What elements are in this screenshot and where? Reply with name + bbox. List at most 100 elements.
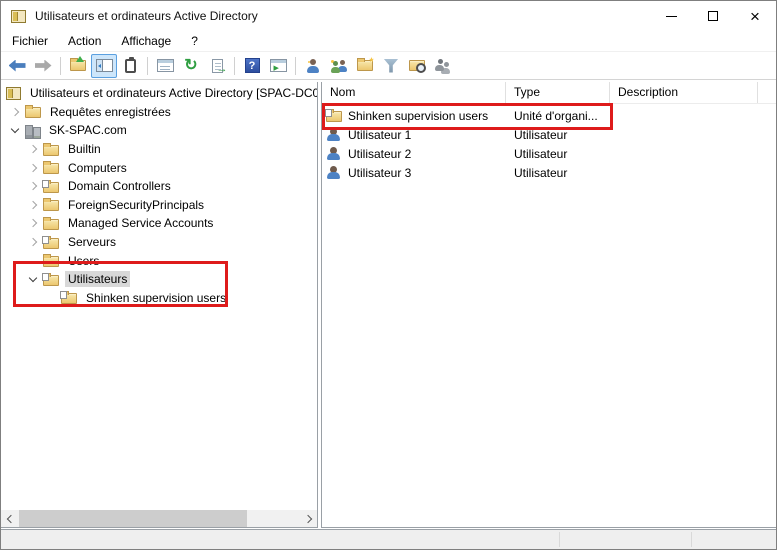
console-tree-pane: Utilisateurs et ordinateurs Active Direc… [1,82,318,528]
new-window-icon [270,59,287,72]
list-item[interactable]: Utilisateur 1Utilisateur [322,125,776,144]
chevron-collapsed-icon[interactable] [27,236,39,248]
list-item[interactable]: Shinken supervision usersUnité d'organi.… [322,106,776,125]
new-group-icon [331,59,347,73]
chevron-collapsed-icon[interactable] [27,180,39,192]
properties-window-button[interactable] [152,54,178,78]
menu-item-?[interactable]: ? [183,32,206,50]
list-item-name-cell: Shinken supervision users [322,109,506,123]
tree-item[interactable]: ForeignSecurityPrincipals [1,196,317,215]
new-user-button[interactable] [300,54,326,78]
tree-item[interactable]: Users [1,251,317,270]
tree-item[interactable]: SK-SPAC.com [1,121,317,140]
menu-item-affichage[interactable]: Affichage [113,32,179,50]
show-console-tree-button[interactable] [91,54,117,78]
list-item-name: Utilisateur 2 [348,147,411,161]
status-divider [559,532,560,547]
chevron-collapsed-icon[interactable] [9,106,21,118]
export-list-button[interactable] [204,54,230,78]
clipboard-icon [125,59,136,73]
tree-item[interactable]: Computers [1,158,317,177]
maximize-icon [708,11,718,21]
new-organizational-unit-icon [357,60,373,71]
scrollbar-thumb[interactable] [19,510,247,527]
tree-item-label: Users [65,253,102,269]
tree-item-label: Serveurs [65,234,119,250]
toolbar-separator [60,57,61,75]
filter-button[interactable] [378,54,404,78]
help-button[interactable] [239,54,265,78]
status-divider [691,532,692,547]
new-user-icon [305,59,321,73]
list-item-name: Shinken supervision users [348,109,488,123]
add-members-icon [435,59,451,73]
column-header-description[interactable]: Description [610,82,758,103]
chevron-collapsed-icon[interactable] [27,199,39,211]
tree-item[interactable]: Domain Controllers [1,177,317,196]
scroll-left-button[interactable] [1,510,18,527]
folder-icon [43,163,59,174]
menu-item-fichier[interactable]: Fichier [4,32,56,50]
close-button[interactable]: × [734,2,776,31]
back-button[interactable] [4,54,30,78]
list-item-name-cell: Utilisateur 2 [322,147,506,161]
list-item-name: Utilisateur 1 [348,128,411,142]
ou-icon [43,238,59,249]
tree-item[interactable]: Shinken supervision users [1,289,317,308]
new-window-button[interactable] [265,54,291,78]
forward-icon [35,60,52,72]
folder-icon [43,219,59,230]
chevron-collapsed-icon[interactable] [27,143,39,155]
refresh-button[interactable] [178,54,204,78]
close-icon: × [750,8,760,25]
user-icon [326,128,342,141]
column-header-nom[interactable]: Nom [322,82,506,103]
new-group-button[interactable] [326,54,352,78]
clipboard-button[interactable] [117,54,143,78]
tree-item[interactable]: Utilisateurs [1,270,317,289]
forward-button[interactable] [30,54,56,78]
aduc-window: Utilisateurs et ordinateurs Active Direc… [0,0,777,550]
folder-icon [43,200,59,211]
add-members-button[interactable] [430,54,456,78]
tree-item[interactable]: Builtin [1,140,317,159]
list-item[interactable]: Utilisateur 2 Utilisateur [322,144,776,163]
tree-item-label: Shinken supervision users [83,290,229,306]
scrollbar-track[interactable] [18,510,300,527]
toolbar-separator [295,57,296,75]
tree-item[interactable]: Requêtes enregistrées [1,103,317,122]
chevron-collapsed-icon[interactable] [27,217,39,229]
find-button[interactable] [404,54,430,78]
chevron-expanded-icon[interactable] [9,124,21,136]
new-organizational-unit-button[interactable] [352,54,378,78]
up-one-level-button[interactable] [65,54,91,78]
tree-item-label: SK-SPAC.com [46,122,130,138]
list-item-name: Utilisateur 3 [348,166,411,180]
show-console-tree-icon [96,59,113,72]
minimize-icon [666,16,677,17]
folder-icon [43,145,59,156]
horizontal-scrollbar[interactable] [1,510,317,527]
page-badge [60,291,67,299]
column-header-type[interactable]: Type [506,82,610,103]
ou-icon [43,275,59,286]
list-item[interactable]: Utilisateur 3Utilisateur [322,163,776,182]
maximize-button[interactable] [692,2,734,31]
chevron-collapsed-icon[interactable] [27,162,39,174]
ou-icon [61,293,77,304]
tree-item[interactable]: Serveurs [1,233,317,252]
properties-window-icon [157,59,174,72]
user-icon [326,166,342,179]
tree-item[interactable]: Utilisateurs et ordinateurs Active Direc… [1,84,317,103]
toolbar [1,52,776,80]
chevron-expanded-icon[interactable] [27,273,39,285]
tree-item-label: Requêtes enregistrées [47,104,174,120]
menu-item-action[interactable]: Action [60,32,109,50]
scroll-right-button[interactable] [300,510,317,527]
status-bar [1,529,776,549]
list-item-type: Utilisateur [506,147,610,161]
list-rows: Shinken supervision usersUnité d'organi.… [322,104,776,182]
tree-item[interactable]: Managed Service Accounts [1,214,317,233]
ou-icon [326,111,342,122]
minimize-button[interactable] [650,2,692,31]
